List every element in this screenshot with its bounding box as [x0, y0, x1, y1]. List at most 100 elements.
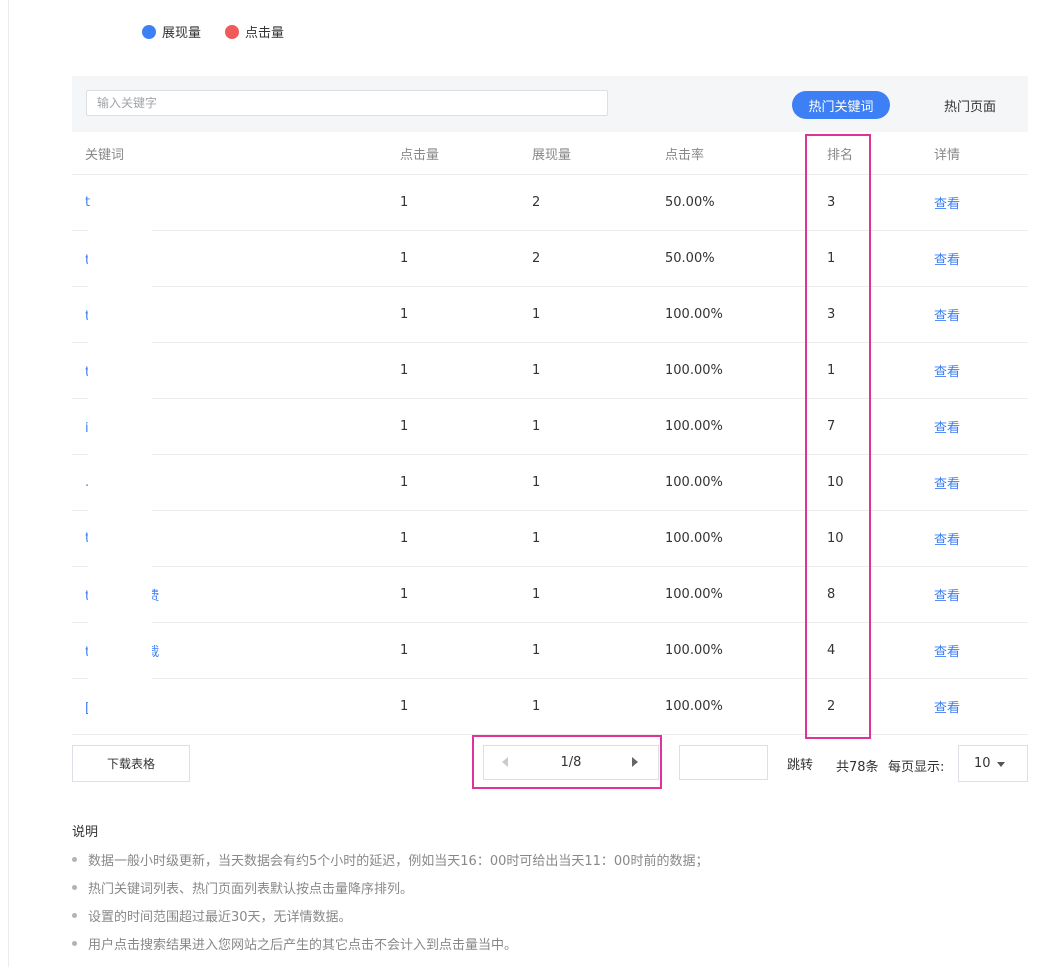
note-text: 设置的时间范围超过最近30天，无详情数据。 [88, 909, 352, 925]
view-detail-link[interactable]: 查看 [934, 623, 960, 678]
view-detail-link[interactable]: 查看 [934, 231, 960, 286]
view-detail-link[interactable]: 查看 [934, 175, 960, 230]
clicks-cell: 1 [400, 531, 409, 546]
impressions-cell: 1 [532, 587, 541, 602]
rank-cell: 10 [827, 475, 844, 490]
caret-down-icon [997, 762, 1005, 767]
view-detail-link[interactable]: 查看 [934, 343, 960, 398]
note-item: 热门关键词列表、热门页面列表默认按点击量降序排列。 [72, 873, 708, 901]
header-rank: 排名 [827, 147, 854, 163]
keyword-table: 关键词 点击量 展现量 点击率 排名 详情 t1250.00%3查看t 下载12… [72, 132, 1028, 735]
rank-cell: 4 [827, 643, 836, 658]
ctr-cell: 100.00% [665, 363, 723, 378]
note-item: 设置的时间范围超过最近30天，无详情数据。 [72, 901, 708, 929]
view-detail-link[interactable]: 查看 [934, 455, 960, 510]
header-detail: 详情 [934, 147, 961, 163]
clicks-cell: 1 [400, 643, 409, 658]
rank-cell: 7 [827, 419, 836, 434]
table-row: t 器下载11100.00%3查看 [72, 287, 1028, 343]
table-toolbar: 热门关键词 热门页面 [72, 76, 1028, 132]
download-table-button[interactable]: 下载表格 [72, 745, 190, 782]
impressions-cell: 1 [532, 475, 541, 490]
view-detail-link[interactable]: 查看 [934, 567, 960, 622]
notes-list: 数据一般小时级更新，当天数据会有约5个小时的延迟，例如当天16：00时可给出当天… [72, 845, 708, 957]
ctr-cell: 100.00% [665, 587, 723, 602]
table-row: i 工具11100.00%7查看 [72, 399, 1028, 455]
clicks-cell: 1 [400, 251, 409, 266]
clicks-cell: 1 [400, 419, 409, 434]
ctr-cell: 100.00% [665, 643, 723, 658]
prev-page-icon[interactable] [502, 757, 508, 767]
view-detail-link[interactable]: 查看 [934, 679, 960, 734]
note-item: 数据一般小时级更新，当天数据会有约5个小时的延迟，例如当天16：00时可给出当天… [72, 845, 708, 873]
clicks-cell: 1 [400, 195, 409, 210]
impressions-cell: 1 [532, 419, 541, 434]
impressions-cell: 1 [532, 307, 541, 322]
rank-cell: 8 [827, 587, 836, 602]
ctr-cell: 100.00% [665, 699, 723, 714]
legend-item-impressions[interactable]: 展现量 [142, 22, 201, 41]
ctr-cell: 100.00% [665, 307, 723, 322]
legend-dot-clicks [225, 24, 240, 39]
view-detail-link[interactable]: 查看 [934, 399, 960, 454]
table-row: t 具在线免费11100.00%8查看 [72, 567, 1028, 623]
bullet-icon [72, 884, 77, 890]
legend-item-clicks[interactable]: 点击量 [225, 22, 284, 41]
note-text: 用户点击搜索结果进入您网站之后产生的其它点击不会计入到点击量当中。 [88, 937, 518, 953]
clicks-cell: 1 [400, 699, 409, 714]
note-text: 热门关键词列表、热门页面列表默认按点击量降序排列。 [88, 881, 414, 897]
ctr-cell: 100.00% [665, 531, 723, 546]
bullet-icon [72, 940, 77, 946]
tab-hot-keywords[interactable]: 热门关键词 [792, 91, 890, 119]
table-row: t11100.00%10查看 [72, 511, 1028, 567]
impressions-cell: 2 [532, 195, 541, 210]
jump-page-input[interactable] [679, 745, 768, 780]
table-row: t 下载1250.00%1查看 [72, 231, 1028, 287]
header-clicks: 点击量 [400, 147, 440, 163]
clicks-cell: 1 [400, 307, 409, 322]
tab-hot-pages[interactable]: 热门页面 [932, 91, 1008, 119]
bullet-icon [72, 912, 77, 918]
ctr-cell: 50.00% [665, 251, 715, 266]
impressions-cell: 1 [532, 363, 541, 378]
rank-cell: 2 [827, 699, 836, 714]
ctr-cell: 50.00% [665, 195, 715, 210]
keyword-redaction-mask [88, 218, 152, 723]
table-row: t 频如何下载11100.00%4查看 [72, 623, 1028, 679]
impressions-cell: 2 [532, 251, 541, 266]
rank-cell: 1 [827, 251, 836, 266]
view-detail-link[interactable]: 查看 [934, 287, 960, 342]
table-row: .11100.00%10查看 [72, 455, 1028, 511]
impressions-cell: 1 [532, 643, 541, 658]
bullet-icon [72, 856, 77, 862]
rank-cell: 10 [827, 531, 844, 546]
note-item: 用户点击搜索结果进入您网站之后产生的其它点击不会计入到点击量当中。 [72, 929, 708, 957]
next-page-icon[interactable] [632, 757, 638, 767]
header-keyword: 关键词 [85, 147, 125, 163]
total-count: 共78条 [836, 760, 879, 775]
clicks-cell: 1 [400, 587, 409, 602]
legend-dot-impressions [142, 24, 156, 39]
table-row: t 下载bat11100.00%1查看 [72, 343, 1028, 399]
table-body: t1250.00%3查看t 下载1250.00%1查看t 器下载11100.00… [72, 175, 1028, 735]
view-detail-link[interactable]: 查看 [934, 511, 960, 566]
jump-button[interactable]: 跳转 [787, 754, 813, 773]
clicks-cell: 1 [400, 475, 409, 490]
per-page-value: 10 [974, 756, 991, 771]
impressions-cell: 1 [532, 531, 541, 546]
note-text: 数据一般小时级更新，当天数据会有约5个小时的延迟，例如当天16：00时可给出当天… [88, 853, 709, 869]
clicks-cell: 1 [400, 363, 409, 378]
ctr-cell: 100.00% [665, 475, 723, 490]
left-divider [8, 0, 9, 967]
table-header: 关键词 点击量 展现量 点击率 排名 详情 [72, 132, 1028, 175]
notes-title: 说明 [72, 825, 99, 840]
per-page-select[interactable]: 10 [958, 745, 1028, 782]
chart-legend: 展现量 点击量 [142, 22, 308, 41]
table-row: t 1 2 50.00% 3 查看 [72, 175, 1028, 231]
rank-cell: 3 [827, 195, 836, 210]
per-page-label: 每页显示: [888, 760, 945, 775]
rank-cell: 1 [827, 363, 836, 378]
header-ctr: 点击率 [665, 147, 705, 163]
table-row: [ 载 ;11100.00%2查看 [72, 679, 1028, 735]
keyword-search-input[interactable] [86, 90, 608, 116]
